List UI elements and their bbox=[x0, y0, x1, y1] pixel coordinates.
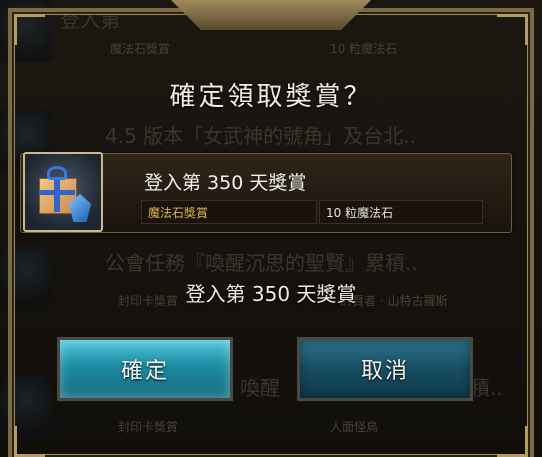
frame-corner-ornament bbox=[14, 426, 45, 457]
cancel-button[interactable]: 取消 bbox=[296, 336, 474, 402]
frame-corner-ornament bbox=[497, 426, 528, 457]
ribbon-bow-icon bbox=[47, 166, 67, 180]
frame-corner-ornament bbox=[497, 14, 528, 45]
dialog-subtitle: 登入第 350 天獎賞 bbox=[185, 282, 357, 306]
reward-name: 登入第 350 天獎賞 bbox=[144, 172, 307, 194]
reward-item-panel: 登入第 350 天獎賞 魔法石獎賞 10 粒魔法石 bbox=[20, 152, 512, 233]
confirm-button[interactable]: 確定 bbox=[56, 336, 234, 402]
reward-type-label: 魔法石獎賞 bbox=[141, 200, 317, 224]
dialog-title: 確定領取獎賞？ bbox=[169, 82, 373, 112]
frame-top-ornament bbox=[171, 0, 371, 30]
reward-value-label: 10 粒魔法石 bbox=[319, 200, 483, 224]
gift-box-with-gem-icon bbox=[23, 152, 103, 232]
frame-corner-ornament bbox=[14, 14, 45, 45]
